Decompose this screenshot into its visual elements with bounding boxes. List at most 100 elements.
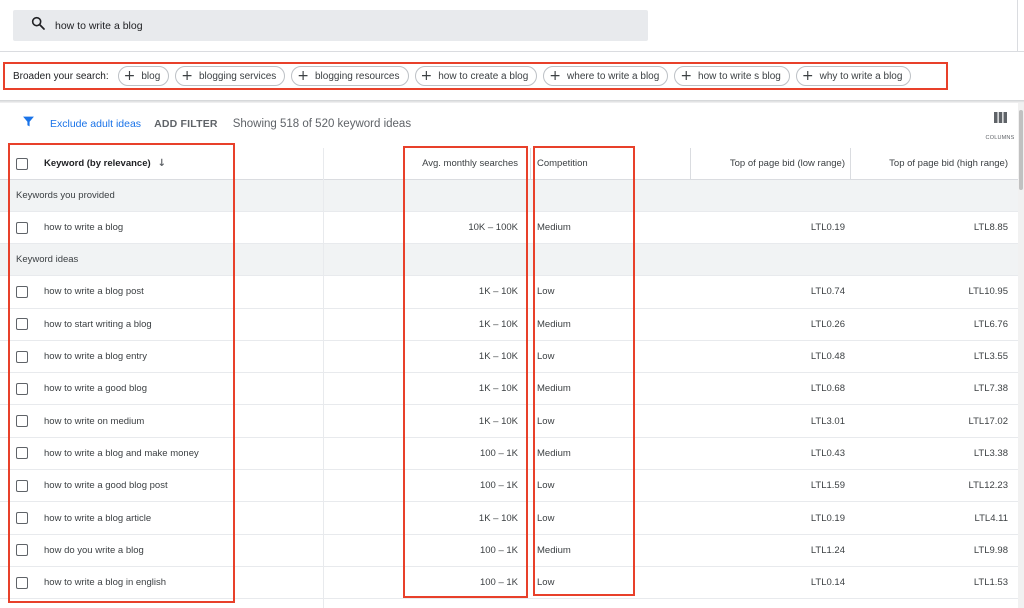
row-checkbox[interactable] xyxy=(16,350,28,363)
table-row[interactable]: how to write a good blog post 100 – 1K L… xyxy=(0,470,1020,503)
avg-searches-cell: 1K – 10K xyxy=(478,415,518,427)
panel-border xyxy=(1017,0,1018,52)
filter-icon[interactable] xyxy=(22,115,35,133)
avg-searches-column-header[interactable]: Avg. monthly searches xyxy=(330,148,518,179)
row-checkbox[interactable] xyxy=(16,479,28,492)
group-header-provided: Keywords you provided xyxy=(0,180,1020,212)
bid-low-cell: LTL0.74 xyxy=(810,286,845,298)
table-row[interactable]: how to write a blog post 1K – 10K Low LT… xyxy=(0,276,1020,309)
competition-column-header[interactable]: Competition xyxy=(537,148,588,179)
competition-cell: Medium xyxy=(537,318,571,330)
search-bar[interactable]: how to write a blog xyxy=(13,10,648,41)
chip-label: why to write a blog xyxy=(819,70,903,82)
row-checkbox[interactable] xyxy=(16,221,28,234)
bid-low-cell: LTL1.59 xyxy=(810,480,845,492)
exclude-adult-ideas-link[interactable]: Exclude adult ideas xyxy=(50,118,141,130)
chip-label: how to write s blog xyxy=(698,70,781,82)
bid-low-cell: LTL0.19 xyxy=(810,222,845,234)
sort-arrow-down-icon: ↓ xyxy=(157,158,167,169)
table-row[interactable]: how to write a blog 10K – 100K Medium LT… xyxy=(0,212,1020,245)
column-divider xyxy=(530,148,531,180)
keyword-cell: how to write a good blog post xyxy=(44,480,168,492)
avg-searches-cell: 100 – 1K xyxy=(479,544,518,556)
row-checkbox[interactable] xyxy=(16,318,28,331)
broaden-chip[interactable]: + blogging resources xyxy=(291,66,409,86)
column-divider xyxy=(850,148,851,180)
broaden-chip[interactable]: + blogging services xyxy=(175,66,286,86)
group-label: Keywords you provided xyxy=(16,190,115,201)
broaden-chip[interactable]: + why to write a blog xyxy=(795,66,912,86)
broaden-label: Broaden your search: xyxy=(13,70,109,82)
table-row[interactable]: how to start writing a blog 1K – 10K Med… xyxy=(0,309,1020,341)
group-label: Keyword ideas xyxy=(16,254,79,266)
competition-cell: Low xyxy=(537,351,555,363)
columns-button[interactable]: COLUMNS xyxy=(980,112,1020,144)
competition-cell: Medium xyxy=(537,383,571,395)
keyword-cell: how to write a blog article xyxy=(44,512,152,524)
table-row[interactable]: how to write a blog in english 100 – 1K … xyxy=(0,567,1020,600)
plus-icon: + xyxy=(297,68,309,84)
chip-label: how to create a blog xyxy=(438,70,529,82)
row-checkbox[interactable] xyxy=(16,447,28,460)
avg-searches-cell: 1K – 10K xyxy=(478,512,518,524)
avg-searches-cell: 100 – 1K xyxy=(479,447,518,459)
search-icon xyxy=(30,15,46,36)
bid-high-cell: LTL10.95 xyxy=(968,286,1008,298)
avg-searches-cell: 1K – 10K xyxy=(478,351,518,363)
search-query[interactable]: how to write a blog xyxy=(55,20,143,32)
keyword-cell: how to write a blog in english xyxy=(44,577,166,589)
competition-cell: Low xyxy=(537,286,555,298)
keyword-table: Keyword (by relevance) ↓ Avg. monthly sea… xyxy=(0,148,1020,600)
row-checkbox[interactable] xyxy=(16,512,28,525)
row-checkbox[interactable] xyxy=(16,285,28,298)
row-checkbox[interactable] xyxy=(16,544,28,557)
plus-icon: + xyxy=(420,68,433,84)
bid-low-column-header[interactable]: Top of page bid (low range) xyxy=(660,148,845,179)
broaden-chip[interactable]: + how to write s blog xyxy=(674,66,790,86)
bid-high-column-header[interactable]: Top of page bid (high range) xyxy=(860,148,1008,179)
avg-searches-cell: 100 – 1K xyxy=(479,480,518,492)
table-row[interactable]: how to write a blog entry 1K – 10K Low L… xyxy=(0,341,1020,374)
row-checkbox[interactable] xyxy=(16,382,28,395)
select-all-checkbox[interactable] xyxy=(16,157,28,170)
filter-toolbar: Exclude adult ideas ADD FILTER Showing 5… xyxy=(22,114,411,134)
bid-low-cell: LTL0.43 xyxy=(810,447,845,459)
chip-label: blogging services xyxy=(199,70,277,82)
keyword-cell: how to write a blog xyxy=(44,222,124,234)
broaden-chip[interactable]: + how to create a blog xyxy=(414,66,538,86)
scrollbar-thumb[interactable] xyxy=(1019,110,1023,190)
showing-count: Showing 518 of 520 keyword ideas xyxy=(232,118,412,130)
table-header-row: Keyword (by relevance) ↓ Avg. monthly sea… xyxy=(0,148,1020,180)
chip-label: blogging resources xyxy=(315,70,400,82)
table-row[interactable]: how do you write a blog 100 – 1K Medium … xyxy=(0,535,1020,567)
keyword-header-label: Keyword (by relevance) xyxy=(44,158,151,169)
divider xyxy=(0,100,1024,103)
bid-low-cell: LTL0.26 xyxy=(810,318,845,330)
avg-searches-cell: 1K – 10K xyxy=(478,318,518,330)
columns-icon xyxy=(980,112,1020,123)
chip-label: blog xyxy=(141,70,161,82)
divider xyxy=(0,51,1024,52)
plus-icon: + xyxy=(801,68,814,84)
keyword-column-header[interactable]: Keyword (by relevance) ↓ xyxy=(44,148,166,179)
plus-icon: + xyxy=(549,68,562,84)
bid-high-cell: LTL3.55 xyxy=(973,351,1008,363)
broaden-chip[interactable]: + blog xyxy=(117,66,170,86)
row-checkbox[interactable] xyxy=(16,576,28,589)
avg-searches-cell: 1K – 10K xyxy=(478,383,518,395)
table-row[interactable]: how to write a good blog 1K – 10K Medium… xyxy=(0,373,1020,406)
row-checkbox[interactable] xyxy=(16,415,28,428)
bid-low-cell: LTL1.24 xyxy=(810,544,845,556)
table-row[interactable]: how to write on medium 1K – 10K Low LTL3… xyxy=(0,405,1020,438)
column-divider xyxy=(690,148,691,180)
columns-label: COLUMNS xyxy=(985,135,1015,141)
competition-cell: Low xyxy=(537,512,555,524)
competition-cell: Low xyxy=(537,577,555,589)
add-filter-button[interactable]: ADD FILTER xyxy=(154,118,218,130)
table-row[interactable]: how to write a blog article 1K – 10K Low… xyxy=(0,502,1020,535)
avg-searches-cell: 10K – 100K xyxy=(468,222,518,234)
plus-icon: + xyxy=(680,68,693,84)
bid-high-cell: LTL4.11 xyxy=(974,512,1008,524)
table-row[interactable]: how to write a blog and make money 100 –… xyxy=(0,438,1020,471)
broaden-chip[interactable]: + where to write a blog xyxy=(543,66,669,86)
